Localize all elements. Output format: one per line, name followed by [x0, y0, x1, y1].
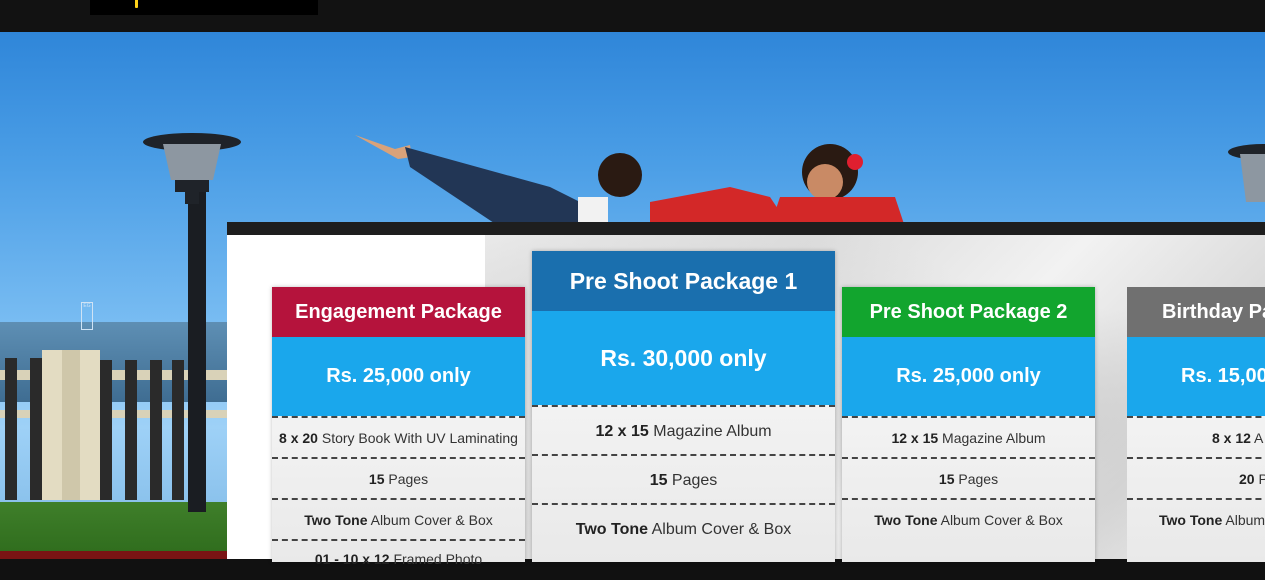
lamp-right-icon	[1228, 144, 1265, 202]
package-feature: 15 Pages	[272, 457, 525, 498]
package-price: Rs. 25,000 only	[842, 337, 1095, 416]
package-feature: 15 Pages	[842, 457, 1095, 498]
package-feature: 20 Pa	[1127, 457, 1265, 498]
package-price: Rs. 15,00	[1127, 337, 1265, 416]
package-title: Pre Shoot Package 2	[842, 287, 1095, 337]
package-feature: 8 x 12 A	[1127, 416, 1265, 457]
package-card-engagement: Engagement Package Rs. 25,000 only 8 x 2…	[272, 287, 525, 567]
package-card-birthday: Birthday Pa Rs. 15,00 8 x 12 A 20 Pa Two…	[1127, 287, 1265, 562]
package-title: Pre Shoot Package 1	[532, 251, 835, 311]
site-logo[interactable]	[90, 0, 318, 15]
couple-photo	[355, 135, 905, 227]
top-nav-bar	[0, 0, 1265, 32]
package-title: Birthday Pa	[1127, 287, 1265, 337]
package-feature: Two Tone Album	[1127, 498, 1265, 539]
package-feature: 8 x 20 Story Book With UV Laminating	[272, 416, 525, 457]
lamp-post	[188, 182, 206, 512]
package-card-preshoot-1: Pre Shoot Package 1 Rs. 30,000 only 12 x…	[532, 251, 835, 562]
package-feature: 12 x 15 Magazine Album	[532, 405, 835, 454]
package-price: Rs. 25,000 only	[272, 337, 525, 416]
package-feature: 15 Pages	[532, 454, 835, 503]
package-feature: 01 - 10 x 12 Framed Photo	[272, 539, 525, 580]
section-top-bar	[227, 222, 1265, 235]
logo-mark-icon	[135, 0, 138, 8]
package-feature: Two Tone Album Cover & Box	[842, 498, 1095, 539]
package-feature: 12 x 15 Magazine Album	[842, 416, 1095, 457]
package-feature: Two Tone Album Cover & Box	[532, 503, 835, 553]
small-label-box: EG	[81, 302, 93, 330]
red-strip	[0, 551, 240, 559]
package-price: Rs. 30,000 only	[532, 311, 835, 405]
package-card-preshoot-2: Pre Shoot Package 2 Rs. 25,000 only 12 x…	[842, 287, 1095, 562]
package-card-birthday-clip: Birthday Pa Rs. 15,00 8 x 12 A 20 Pa Two…	[1127, 287, 1265, 562]
lamp-head-icon	[143, 133, 241, 204]
package-title: Engagement Package	[272, 287, 525, 337]
package-feature: Two Tone Album Cover & Box	[272, 498, 525, 539]
packages-section: Engagement Package Rs. 25,000 only 8 x 2…	[227, 222, 1265, 567]
